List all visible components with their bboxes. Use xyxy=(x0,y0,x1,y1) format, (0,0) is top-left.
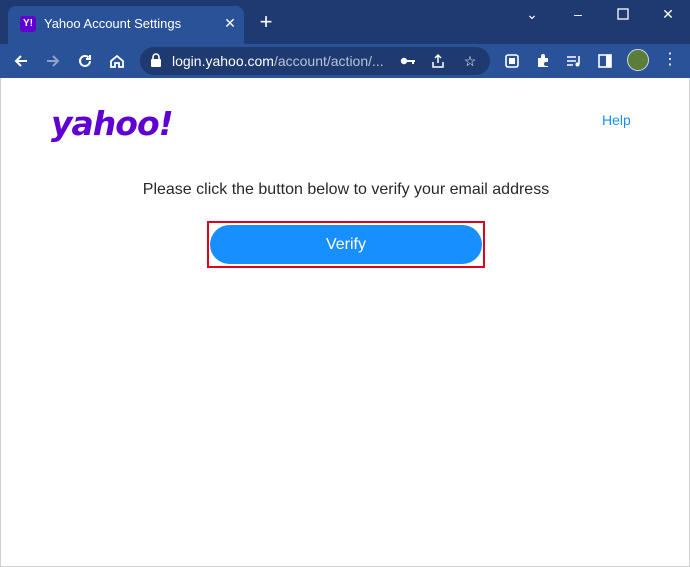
page-content: yahoo! Help Please click the button belo… xyxy=(0,78,690,567)
browser-tabstrip: Y! Yahoo Account Settings ✕ + ⌄ – ✕ xyxy=(0,0,690,44)
media-queue-icon[interactable] xyxy=(564,51,584,71)
puzzle-extensions-icon[interactable] xyxy=(533,51,553,71)
side-panel-icon[interactable] xyxy=(595,51,615,71)
menu-kebab-icon[interactable]: ⋮ xyxy=(660,51,680,71)
key-icon[interactable] xyxy=(398,51,418,71)
new-tab-icon[interactable]: + xyxy=(256,11,276,33)
tab-title: Yahoo Account Settings xyxy=(44,16,182,31)
minimize-icon[interactable]: – xyxy=(566,4,590,24)
close-window-icon[interactable]: ✕ xyxy=(656,4,680,24)
extension-icon[interactable] xyxy=(502,51,522,71)
url-path: /account/action/... xyxy=(273,53,384,69)
url-host: login.yahoo.com xyxy=(172,53,274,69)
tab-close-icon[interactable]: ✕ xyxy=(222,15,238,31)
verify-button[interactable]: Verify xyxy=(210,225,482,264)
yahoo-favicon-icon: Y! xyxy=(20,16,36,32)
share-icon[interactable] xyxy=(428,51,448,71)
lock-icon[interactable] xyxy=(150,53,164,69)
back-icon[interactable] xyxy=(10,50,32,72)
address-bar[interactable]: login.yahoo.com/account/action/... ☆ xyxy=(140,47,490,75)
reload-icon[interactable] xyxy=(74,50,96,72)
yahoo-logo[interactable]: yahoo! xyxy=(51,104,174,143)
url-text[interactable]: login.yahoo.com/account/action/... xyxy=(172,53,384,69)
profile-avatar[interactable] xyxy=(627,49,649,71)
verify-instructions: Please click the button below to verify … xyxy=(142,181,550,198)
home-icon[interactable] xyxy=(106,50,128,72)
browser-toolbar: login.yahoo.com/account/action/... ☆ ⋮ xyxy=(0,44,690,78)
help-link[interactable]: Help xyxy=(602,112,631,128)
tab-search-icon[interactable]: ⌄ xyxy=(520,4,544,24)
bookmark-star-icon[interactable]: ☆ xyxy=(460,51,480,71)
browser-tab[interactable]: Y! Yahoo Account Settings ✕ xyxy=(8,6,244,44)
maximize-icon[interactable] xyxy=(611,4,635,24)
forward-icon[interactable] xyxy=(42,50,64,72)
